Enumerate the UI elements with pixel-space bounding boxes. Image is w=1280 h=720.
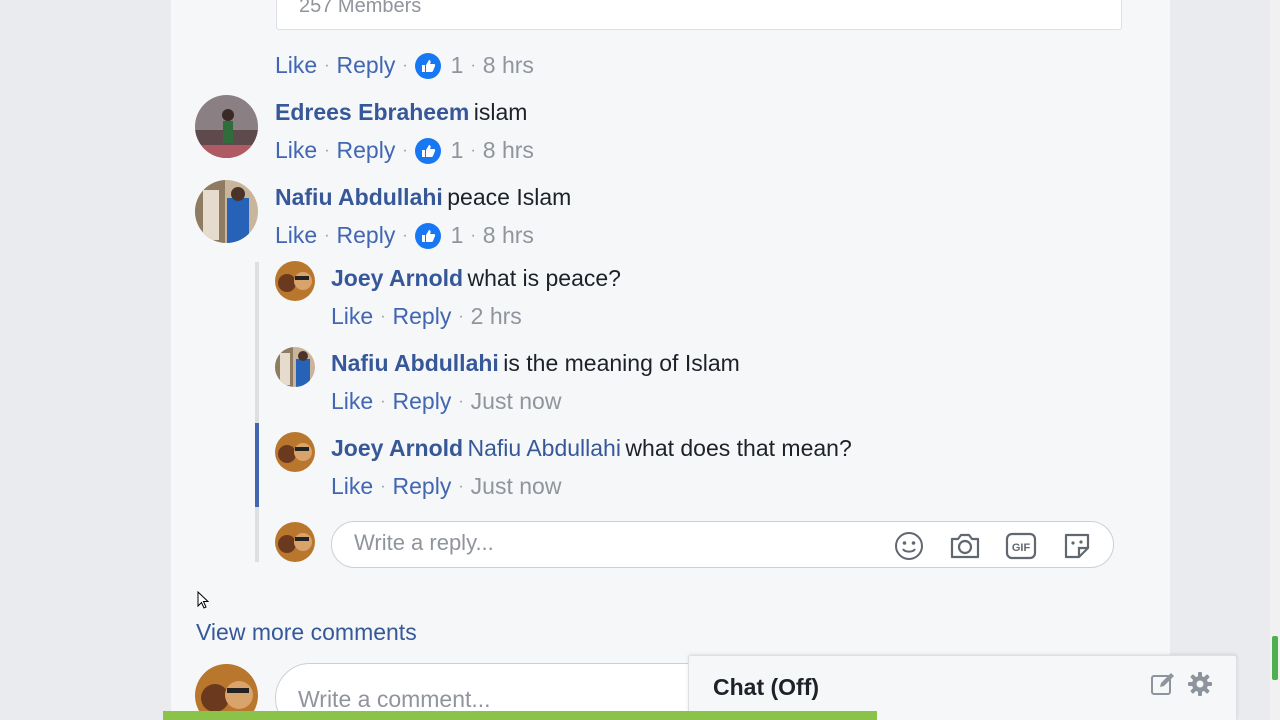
reply-actions: Like · Reply · Just now [331, 473, 562, 500]
timestamp[interactable]: 2 hrs [471, 303, 522, 330]
like-link[interactable]: Like [275, 52, 317, 79]
reply-text: is the meaning of Islam [503, 350, 740, 376]
like-link[interactable]: Like [331, 388, 373, 415]
timestamp[interactable]: Just now [471, 388, 562, 415]
comment-actions: Like · Reply · 1 · 8 hrs [275, 137, 534, 164]
reply-actions: Like · Reply · Just now [331, 388, 562, 415]
reply-text: what does that mean? [625, 435, 852, 461]
reply-composer[interactable]: GIF [331, 521, 1114, 568]
comment-actions: Like · Reply · 1 · 8 hrs [275, 52, 534, 79]
current-user-avatar [275, 522, 315, 562]
gif-icon[interactable]: GIF [1004, 529, 1038, 563]
comment-actions: Like · Reply · 1 · 8 hrs [275, 222, 534, 249]
like-count[interactable]: 1 [451, 222, 464, 249]
like-link[interactable]: Like [331, 303, 373, 330]
comment-body: Nafiu Abdullahi peace Islam [275, 184, 571, 211]
group-card[interactable]: 257 Members [276, 0, 1122, 30]
reply-body: Nafiu Abdullahi is the meaning of Islam [331, 350, 740, 377]
reply-link[interactable]: Reply [393, 303, 452, 330]
vertical-scrollbar[interactable] [1270, 0, 1280, 720]
reply-thread-line [255, 262, 259, 562]
reply-link[interactable]: Reply [337, 137, 396, 164]
active-reply-indicator [255, 423, 259, 507]
commenter-name[interactable]: Nafiu Abdullahi [275, 184, 443, 210]
avatar[interactable] [195, 180, 258, 243]
like-count[interactable]: 1 [451, 52, 464, 79]
avatar[interactable] [275, 347, 315, 387]
avatar[interactable] [275, 261, 315, 301]
sticker-icon[interactable] [1060, 529, 1094, 563]
reply-actions: Like · Reply · 2 hrs [331, 303, 522, 330]
view-more-comments-link[interactable]: View more comments [196, 619, 417, 646]
like-link[interactable]: Like [275, 137, 317, 164]
comment-text: islam [473, 99, 528, 125]
commenter-name[interactable]: Joey Arnold [331, 435, 463, 461]
members-count: 257 Members [299, 0, 422, 17]
timestamp[interactable]: 8 hrs [483, 222, 534, 249]
gear-icon[interactable] [1186, 670, 1214, 698]
comment-input[interactable] [298, 686, 698, 713]
commenter-name[interactable]: Edrees Ebraheem [275, 99, 469, 125]
scroll-thumb[interactable] [1272, 636, 1278, 680]
progress-bar [163, 711, 877, 720]
reply-body: Joey Arnold Nafiu Abdullahi what does th… [331, 435, 852, 462]
reply-link[interactable]: Reply [393, 473, 452, 500]
avatar[interactable] [195, 95, 258, 158]
mention-link[interactable]: Nafiu Abdullahi [468, 435, 621, 461]
like-reaction-icon[interactable] [414, 52, 441, 79]
like-reaction-icon[interactable] [414, 222, 441, 249]
timestamp[interactable]: Just now [471, 473, 562, 500]
compose-icon[interactable] [1149, 670, 1177, 698]
chat-title[interactable]: Chat (Off) [713, 674, 819, 701]
smiley-icon[interactable] [892, 529, 926, 563]
reply-text: what is peace? [467, 265, 621, 291]
reply-link[interactable]: Reply [337, 222, 396, 249]
reply-body: Joey Arnold what is peace? [331, 265, 621, 292]
camera-icon[interactable] [948, 529, 982, 563]
timestamp[interactable]: 8 hrs [483, 137, 534, 164]
reply-input[interactable] [354, 530, 874, 556]
reply-link[interactable]: Reply [393, 388, 452, 415]
avatar[interactable] [275, 432, 315, 472]
comment-text: peace Islam [447, 184, 572, 210]
like-link[interactable]: Like [331, 473, 373, 500]
like-link[interactable]: Like [275, 222, 317, 249]
like-count[interactable]: 1 [451, 137, 464, 164]
svg-text:GIF: GIF [1012, 542, 1031, 554]
timestamp[interactable]: 8 hrs [483, 52, 534, 79]
commenter-name[interactable]: Nafiu Abdullahi [331, 350, 499, 376]
commenter-name[interactable]: Joey Arnold [331, 265, 463, 291]
mouse-cursor-icon [197, 590, 210, 614]
like-reaction-icon[interactable] [414, 137, 441, 164]
comment-body: Edrees Ebraheem islam [275, 99, 527, 126]
reply-link[interactable]: Reply [337, 52, 396, 79]
